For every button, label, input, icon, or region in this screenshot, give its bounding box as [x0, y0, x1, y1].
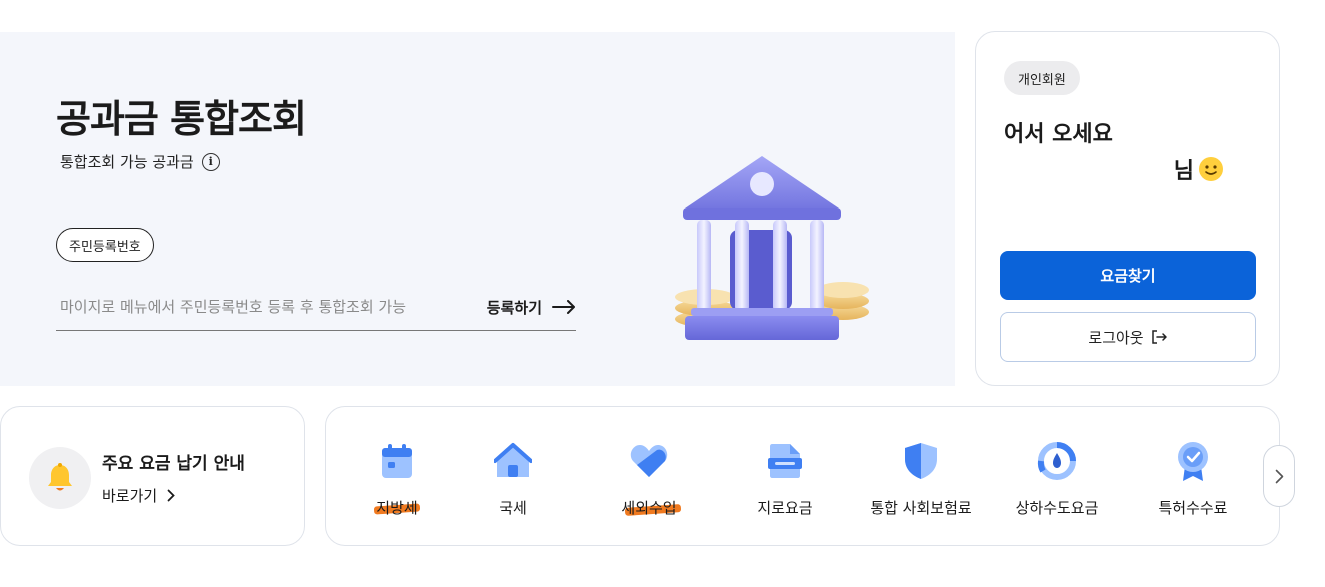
- user-name-suffix: 님: [1173, 159, 1194, 184]
- member-card: 개인회원 어서 오세요 님 요금찾기 로그아웃: [975, 31, 1280, 386]
- heart-icon: [629, 441, 669, 481]
- subtitle-text: 통합조회 가능 공과금: [60, 153, 194, 171]
- water-gauge-icon: [1037, 441, 1077, 481]
- bank-building-icon: [675, 156, 869, 340]
- category-national-tax[interactable]: 국세: [438, 407, 588, 547]
- category-label: 국세: [499, 497, 527, 518]
- category-label: 통합 사회보험료: [870, 497, 971, 518]
- category-text: 통합 사회보험료: [870, 499, 972, 517]
- due-date-guide-card[interactable]: 주요 요금 납기 안내 바로가기: [0, 406, 305, 546]
- register-button[interactable]: 등록하기: [487, 297, 576, 318]
- shield-icon: [901, 441, 941, 481]
- category-non-tax-revenue[interactable]: 세외수입: [574, 407, 724, 547]
- chevron-right-icon: [167, 489, 175, 502]
- guide-title: 주요 요금 납기 안내: [102, 454, 245, 474]
- logout-icon: [1151, 330, 1167, 344]
- banner-subtitle: 통합조회 가능 공과금 i: [60, 151, 220, 172]
- category-label: 특허수수료: [1158, 497, 1227, 518]
- welcome-text: 어서 오세요: [1004, 122, 1113, 147]
- next-categories-button[interactable]: [1263, 445, 1295, 507]
- category-text: 상하수도요금: [1015, 499, 1099, 517]
- resident-number-pill: 주민등록번호: [56, 228, 154, 262]
- category-text: 지로요금: [757, 499, 813, 517]
- category-water-sewage[interactable]: 상하수도요금: [982, 407, 1132, 547]
- page-title: 공과금 통합조회: [56, 97, 307, 141]
- category-label: 지방세: [374, 497, 421, 518]
- utility-lookup-banner: 공과금 통합조회 통합조회 가능 공과금 i 주민등록번호 등록하기: [0, 32, 955, 386]
- category-text: 국세: [499, 499, 527, 517]
- bell-icon-wrap: [29, 447, 91, 509]
- calendar-icon: [377, 441, 417, 481]
- go-to-label: 바로가기: [102, 487, 158, 505]
- category-patent-fee[interactable]: 특허수수료: [1118, 407, 1268, 547]
- logout-label: 로그아웃: [1088, 328, 1144, 347]
- info-icon[interactable]: i: [201, 152, 220, 171]
- find-bills-button[interactable]: 요금찾기: [1000, 251, 1256, 300]
- resident-number-row: 등록하기: [56, 284, 576, 331]
- document-icon: [765, 441, 805, 481]
- chevron-right-icon: [1275, 469, 1283, 483]
- category-label: 상하수도요금: [1016, 497, 1099, 518]
- smile-icon: [1199, 157, 1223, 181]
- member-type-badge: 개인회원: [1004, 61, 1080, 95]
- bill-category-strip: 지방세 국세 세외수입 지로요금 통합 사회보험료 상하수도요금 특허수수료: [325, 406, 1280, 546]
- logout-button[interactable]: 로그아웃: [1000, 312, 1256, 362]
- category-giro-bill[interactable]: 지로요금: [710, 407, 860, 547]
- resident-number-input[interactable]: [60, 298, 440, 316]
- category-label: 세외수입: [621, 497, 682, 518]
- category-text: 지방세: [376, 499, 418, 517]
- medal-icon: [1173, 441, 1213, 481]
- register-label: 등록하기: [486, 298, 542, 317]
- go-to-link[interactable]: 바로가기: [102, 485, 175, 506]
- category-label: 지로요금: [757, 497, 812, 518]
- arrow-right-icon: [552, 300, 575, 314]
- user-greeting: 님: [1004, 153, 1224, 185]
- bell-icon: [48, 463, 72, 491]
- house-icon: [493, 441, 533, 481]
- category-text: 특허수수료: [1158, 499, 1228, 517]
- category-social-insurance[interactable]: 통합 사회보험료: [846, 407, 996, 547]
- category-text: 세외수입: [621, 499, 677, 517]
